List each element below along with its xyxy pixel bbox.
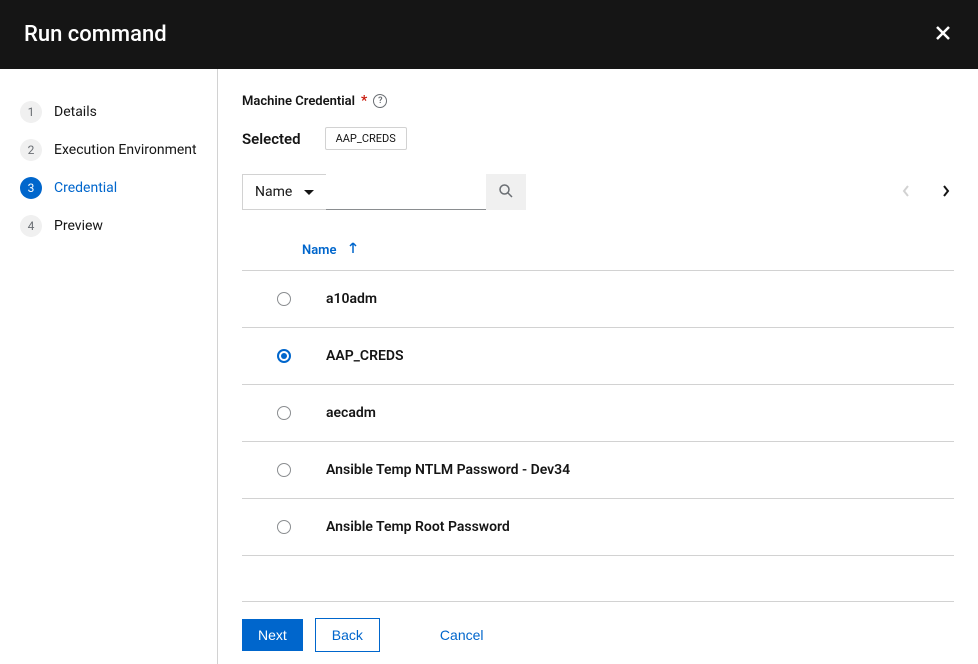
step-preview[interactable]: 4 Preview xyxy=(16,207,201,245)
credential-name: AAP_CREDS xyxy=(302,348,404,364)
credential-name: aecadm xyxy=(302,405,376,421)
step-number: 4 xyxy=(20,215,42,237)
radio-button[interactable] xyxy=(277,406,291,420)
step-label: Credential xyxy=(54,180,117,196)
table-header: Name xyxy=(242,230,954,271)
table-row[interactable]: aecadm xyxy=(242,385,954,442)
selected-row: Selected AAP_CREDS xyxy=(242,127,954,150)
chevron-right-icon xyxy=(942,185,950,200)
step-label: Execution Environment xyxy=(54,142,197,158)
radio-button[interactable] xyxy=(277,349,291,363)
radio-button[interactable] xyxy=(277,463,291,477)
filter-dropdown[interactable]: Name xyxy=(242,174,326,210)
table-row[interactable]: a10adm xyxy=(242,271,954,328)
step-details[interactable]: 1 Details xyxy=(16,93,201,131)
search-row: Name xyxy=(242,174,954,210)
sort-ascending-icon xyxy=(348,242,358,258)
close-icon xyxy=(936,24,950,44)
next-page-button[interactable] xyxy=(938,181,954,204)
cancel-button[interactable]: Cancel xyxy=(440,627,484,643)
caret-down-icon xyxy=(304,190,314,195)
next-button[interactable]: Next xyxy=(242,619,303,651)
step-number: 2 xyxy=(20,139,42,161)
table-row[interactable]: Ansible Temp Root Password xyxy=(242,499,954,556)
help-icon[interactable]: ? xyxy=(373,94,387,108)
credential-name: a10adm xyxy=(302,291,377,307)
modal-title: Run command xyxy=(24,22,167,47)
credential-name: Ansible Temp Root Password xyxy=(302,519,510,535)
prev-page-button[interactable] xyxy=(898,181,914,204)
step-credential[interactable]: 3 Credential xyxy=(16,169,201,207)
step-execution-environment[interactable]: 2 Execution Environment xyxy=(16,131,201,169)
chevron-left-icon xyxy=(902,185,910,200)
required-indicator: * xyxy=(361,93,367,109)
search-icon xyxy=(499,184,513,201)
content-area: Machine Credential * ? Selected AAP_CRED… xyxy=(218,69,978,664)
step-label: Preview xyxy=(54,218,103,234)
selected-label: Selected xyxy=(242,130,301,148)
search-input[interactable] xyxy=(326,174,486,210)
search-button[interactable] xyxy=(486,174,526,210)
wizard-sidebar: 1 Details 2 Execution Environment 3 Cred… xyxy=(0,69,218,664)
radio-button[interactable] xyxy=(277,520,291,534)
close-button[interactable] xyxy=(932,20,954,49)
column-header-name[interactable]: Name xyxy=(302,242,358,258)
step-number: 1 xyxy=(20,101,42,123)
selected-chip[interactable]: AAP_CREDS xyxy=(325,127,407,150)
field-label: Machine Credential xyxy=(242,94,355,109)
step-label: Details xyxy=(54,104,97,120)
field-label-row: Machine Credential * ? xyxy=(242,93,954,109)
credential-name: Ansible Temp NTLM Password - Dev34 xyxy=(302,462,570,478)
filter-label: Name xyxy=(255,184,292,200)
table-row[interactable]: Ansible Temp NTLM Password - Dev34 xyxy=(242,442,954,499)
wizard-footer: Next Back Cancel xyxy=(242,601,954,664)
modal-header: Run command xyxy=(0,0,978,69)
radio-button[interactable] xyxy=(277,292,291,306)
table-row[interactable]: AAP_CREDS xyxy=(242,328,954,385)
back-button[interactable]: Back xyxy=(315,618,380,652)
step-number: 3 xyxy=(20,177,42,199)
